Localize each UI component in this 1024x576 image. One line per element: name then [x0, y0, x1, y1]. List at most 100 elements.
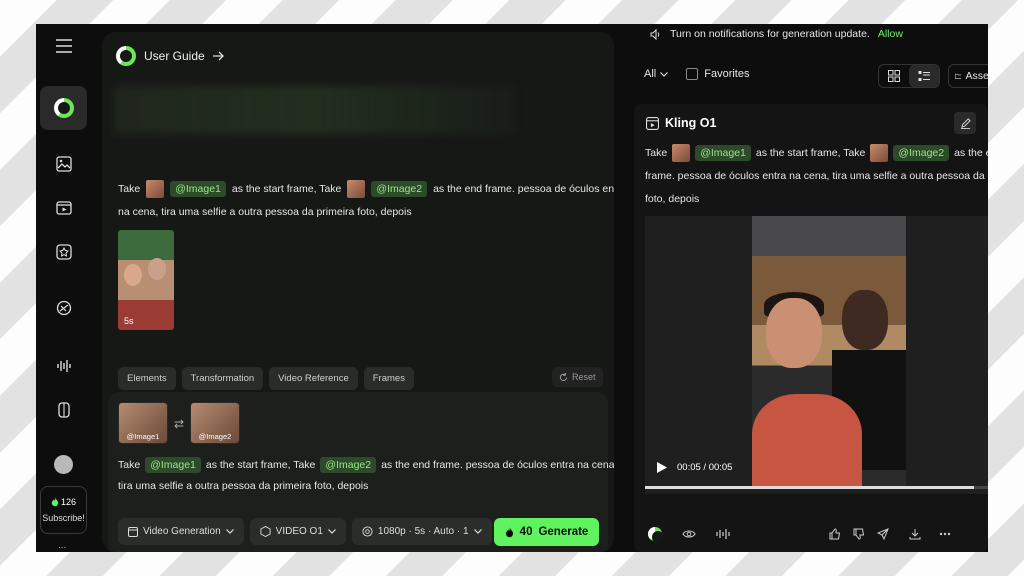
prompt-line-2: na cena, tira uma selfie a outra pessoa …	[118, 206, 412, 218]
composer-text: as the start frame, Take	[205, 459, 316, 471]
swap-icon[interactable]: ⇄	[174, 417, 184, 431]
video-player[interactable]: 00:05 / 00:05	[645, 216, 988, 494]
more-options-icon[interactable]	[935, 524, 955, 544]
image2-caption: @Image2	[198, 432, 232, 441]
list-view-button[interactable]	[909, 65, 939, 87]
composer-text-line-2[interactable]: tira uma selfie a outra pessoa da primei…	[118, 480, 368, 492]
sidebar-item-assets[interactable]	[48, 394, 80, 426]
person-shirt	[752, 394, 862, 488]
thumbs-down-icon[interactable]	[849, 524, 869, 544]
settings-icon	[362, 526, 373, 537]
image1-chip[interactable]: @Image1	[695, 145, 751, 161]
image1-caption: @Image1	[126, 432, 160, 441]
card-prompt-text: as the start frame, Take	[755, 147, 866, 159]
view-icon[interactable]	[679, 524, 699, 544]
image1-slot[interactable]: @Image1	[118, 402, 168, 444]
video-icon	[56, 201, 72, 215]
sidebar-item-home[interactable]	[48, 92, 80, 124]
list-icon	[918, 71, 930, 81]
assets-button[interactable]: Assets	[948, 64, 988, 88]
grid-view-button[interactable]	[879, 65, 909, 87]
tab-video-reference[interactable]: Video Reference	[269, 367, 358, 390]
prompt-line-1: Take @Image1 as the start frame, Take @I…	[118, 180, 614, 198]
tab-transformation[interactable]: Transformation	[181, 367, 264, 390]
favorites-checkbox[interactable]	[686, 68, 699, 80]
image1-thumb	[146, 180, 165, 198]
flame-icon	[505, 526, 513, 537]
prompt-panel: User Guide Take @Image1 as the start fra…	[102, 32, 614, 552]
model-dropdown[interactable]: VIDEO O1	[249, 518, 346, 545]
motion-icon	[56, 300, 72, 316]
edit-button[interactable]	[954, 112, 976, 134]
tab-frames[interactable]: Frames	[363, 367, 414, 390]
video-frame	[752, 216, 906, 488]
person-face	[766, 298, 822, 368]
more-icon[interactable]: ...	[58, 540, 66, 551]
speaker-icon	[650, 28, 660, 40]
person-face	[842, 290, 888, 350]
generate-label: Generate	[538, 526, 589, 538]
filter-dropdown[interactable]: All	[644, 68, 669, 80]
composer-text: Take	[118, 459, 141, 471]
allow-notifications-link[interactable]: Allow	[878, 28, 903, 40]
settings-dropdown[interactable]: 1080p · 5s · Auto · 1	[351, 518, 492, 545]
reference-frame-thumbnail[interactable]: 5s	[118, 230, 174, 330]
play-icon[interactable]	[657, 462, 667, 473]
generate-button[interactable]: 40 Generate	[494, 518, 599, 546]
credits-subscribe-button[interactable]: 126 Subscribe!	[40, 486, 87, 534]
results-panel: Turn on notifications for generation upd…	[626, 24, 988, 552]
card-prompt-line-1: Take @Image1 as the start frame, Take @I…	[645, 144, 988, 162]
audio-wave-icon	[57, 360, 71, 372]
image2-chip[interactable]: @Image2	[893, 145, 950, 161]
video-mode-icon	[128, 526, 138, 537]
thumbs-up-icon[interactable]	[825, 524, 845, 544]
model-label: VIDEO O1	[275, 526, 323, 537]
assets-label: Assets	[965, 70, 988, 82]
sidebar-item-audio[interactable]	[48, 350, 80, 382]
card-title-text: Kling O1	[665, 116, 717, 130]
person-face	[148, 258, 166, 280]
kling-logo-icon	[54, 98, 74, 118]
sidebar-item-image[interactable]	[48, 148, 80, 180]
audio-wave-icon[interactable]	[713, 524, 733, 544]
card-actions	[645, 524, 988, 544]
logo-action-icon[interactable]	[645, 524, 665, 544]
image1-chip[interactable]: @Image1	[170, 181, 226, 197]
user-guide-label: User Guide	[144, 49, 205, 63]
card-prompt-text: as the end	[954, 147, 988, 159]
mode-dropdown[interactable]: Video Generation	[118, 518, 244, 545]
favorites-label: Favorites	[704, 68, 750, 80]
sidebar-item-motion[interactable]	[48, 292, 80, 324]
credits-count: 126	[51, 497, 76, 507]
image2-slot[interactable]: @Image2	[190, 402, 240, 444]
generate-cost: 40	[519, 526, 533, 538]
favorites-toggle[interactable]: Favorites	[686, 68, 749, 80]
composer: @Image1 ⇄ @Image2 Take @Image1 as the st…	[108, 392, 614, 552]
video-progress-bar[interactable]	[645, 486, 988, 489]
image1-chip[interactable]: @Image1	[145, 457, 201, 473]
download-icon[interactable]	[905, 524, 925, 544]
gym-ceiling	[752, 216, 906, 256]
prompt-text: as the start frame, Take	[231, 183, 342, 195]
share-icon[interactable]	[873, 524, 893, 544]
avatar[interactable]	[54, 455, 73, 474]
notification-text: Turn on notifications for generation upd…	[670, 28, 870, 40]
card-prompt-line-3: foto, depois	[645, 193, 700, 205]
mode-label: Video Generation	[143, 526, 221, 537]
user-guide-link[interactable]: User Guide	[116, 46, 225, 66]
flame-icon	[51, 497, 59, 507]
video-icon	[646, 116, 659, 130]
reset-button[interactable]: Reset	[552, 367, 603, 387]
image2-chip[interactable]: @Image2	[371, 181, 428, 197]
menu-icon[interactable]	[48, 30, 80, 62]
reset-label: Reset	[572, 372, 596, 382]
composer-text-line-1[interactable]: Take @Image1 as the start frame, Take @I…	[118, 457, 614, 473]
view-toggle	[878, 64, 940, 88]
sidebar-item-video[interactable]	[48, 192, 80, 224]
image2-chip[interactable]: @Image2	[320, 457, 377, 473]
sidebar-item-effects[interactable]	[48, 236, 80, 268]
kling-logo-icon	[648, 527, 664, 543]
tab-elements[interactable]: Elements	[118, 367, 176, 390]
prompt-text: Take	[118, 183, 141, 195]
grid-icon	[888, 70, 900, 82]
